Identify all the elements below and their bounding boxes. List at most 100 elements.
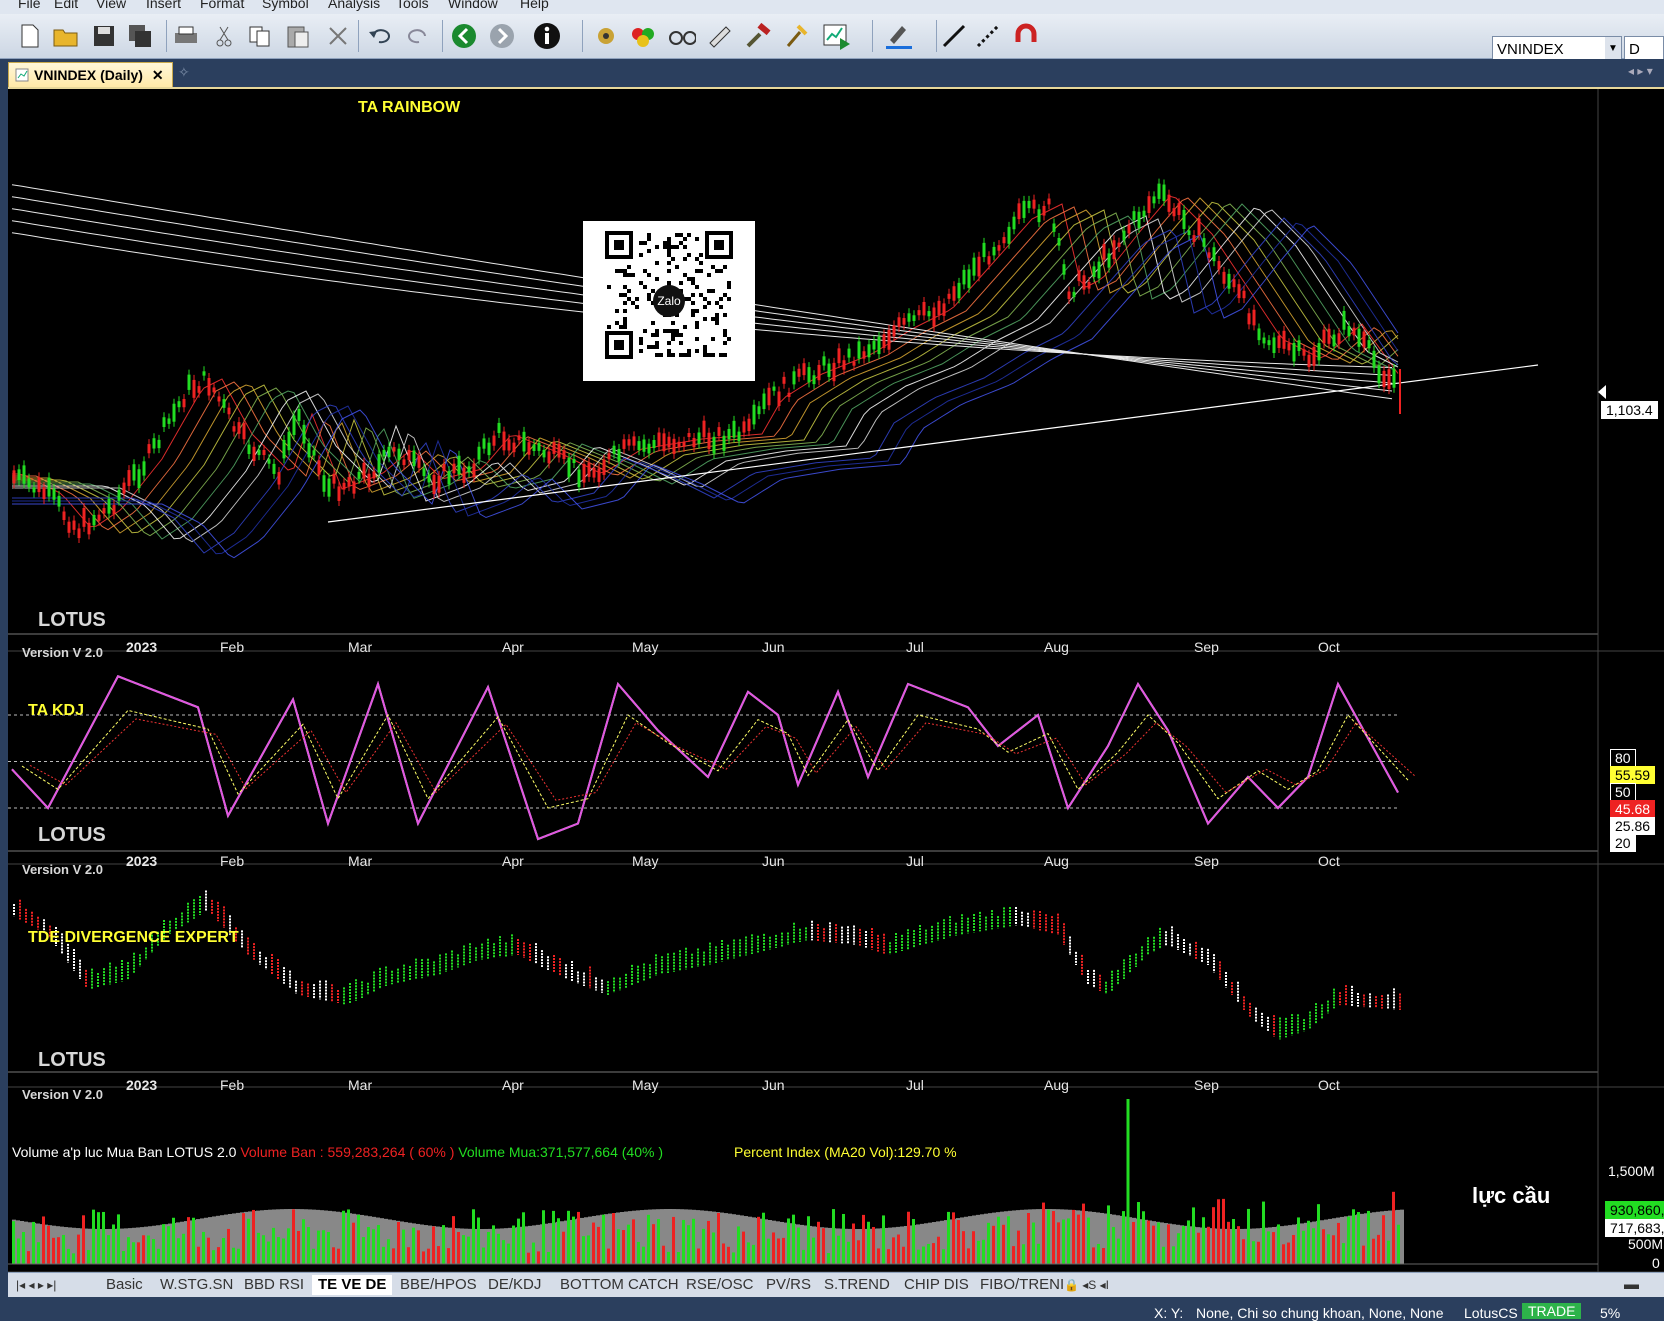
save-icon[interactable] <box>90 22 118 50</box>
indicator-icon[interactable] <box>592 22 620 50</box>
candle-body <box>377 454 381 473</box>
candle-body <box>467 466 471 473</box>
sheet-tab-rseosc[interactable]: RSE/OSC <box>680 1275 760 1295</box>
menu-help[interactable]: Help <box>520 0 549 11</box>
sheet-tab-dekdj[interactable]: DE/KDJ <box>482 1275 547 1295</box>
lock-icon[interactable]: 🔒 ◂S ◂I <box>1058 1275 1115 1295</box>
menu-insert[interactable]: Insert <box>146 0 181 11</box>
candle-body <box>77 528 81 539</box>
candle-body <box>1362 331 1366 348</box>
candle-body <box>1127 224 1131 234</box>
candle-body <box>207 378 211 396</box>
volume-bar <box>707 1220 710 1264</box>
close-icon[interactable]: ✕ <box>152 63 164 87</box>
candle-body <box>762 393 766 410</box>
line-icon[interactable] <box>940 22 968 50</box>
candle-body <box>977 256 981 277</box>
volume-marker-current: 717,683, <box>1605 1219 1664 1237</box>
sheet-tab-bbehpos[interactable]: BBE/HPOS <box>394 1275 483 1295</box>
sheet-tab-pvrs[interactable]: PV/RS <box>760 1275 817 1295</box>
back-icon[interactable] <box>450 22 478 50</box>
candle-body <box>187 374 191 390</box>
menu-file[interactable]: File <box>18 0 41 11</box>
candle-body <box>32 487 36 493</box>
first-sheet-icon[interactable]: |◂ ◂ ▸ ▸| <box>10 1275 62 1295</box>
sheet-tab-basic[interactable]: Basic <box>100 1275 149 1295</box>
new-file-icon[interactable] <box>16 22 44 50</box>
save-all-icon[interactable] <box>126 22 154 50</box>
kdj-axis-label-8: Sep <box>1194 853 1219 869</box>
forward-icon[interactable] <box>488 22 516 50</box>
candle-body <box>47 477 51 497</box>
qr-module <box>687 297 691 301</box>
candle-body <box>437 475 441 493</box>
open-folder-icon[interactable] <box>52 22 80 50</box>
menu-window[interactable]: Window <box>448 0 498 11</box>
volume-scale-500: 500M <box>1628 1236 1664 1252</box>
candle-body <box>517 435 521 441</box>
copy-icon[interactable] <box>246 22 274 50</box>
menu-symbol[interactable]: Symbol <box>262 0 309 11</box>
sheet-tab-strend[interactable]: S.TREND <box>818 1275 896 1295</box>
print-icon[interactable] <box>172 22 200 50</box>
binoculars-icon[interactable] <box>668 22 696 50</box>
tool-icon[interactable] <box>782 22 810 50</box>
volume-bar <box>627 1224 630 1264</box>
candle-body <box>12 470 16 484</box>
sheet-tab-chipdis[interactable]: CHIP DIS <box>898 1275 975 1295</box>
menu-edit[interactable]: Edit <box>54 0 78 11</box>
volume-bar <box>92 1209 95 1264</box>
build-icon[interactable] <box>744 22 772 50</box>
candle-body <box>227 407 231 415</box>
kdj-level-80: 80 <box>1610 749 1636 767</box>
volume-bar <box>487 1231 490 1264</box>
paste-icon[interactable] <box>284 22 312 50</box>
chart-area[interactable]: 2023 Feb Mar Apr May Jun Jul Aug Sep Oct 2023 Feb Ma… <box>8 87 1664 1274</box>
magnet-icon[interactable] <box>1012 22 1040 50</box>
sheet-tab-wstgsn[interactable]: W.STG.SN <box>154 1275 239 1295</box>
menu-analysis[interactable]: Analysis <box>328 0 380 11</box>
candle-body <box>182 399 186 408</box>
new-tab-icon[interactable]: ✧ <box>178 64 190 81</box>
menu-view[interactable]: View <box>96 0 126 11</box>
volume-bar <box>977 1240 980 1264</box>
tab-scroll-icon[interactable]: ◂ ▸ ▾ <box>1628 64 1653 78</box>
scrollbar-thumb[interactable]: ▬ <box>1618 1275 1645 1295</box>
candle-body <box>1327 328 1331 344</box>
qr-logo: Zalo <box>653 285 685 317</box>
candle-body <box>107 498 111 514</box>
qr-module <box>715 301 719 305</box>
document-tab[interactable]: VNINDEX (Daily) ✕ <box>8 62 173 87</box>
sheet-tab-bbdrsi[interactable]: BBD RSI <box>238 1275 310 1295</box>
chevron-down-icon[interactable]: ▼ <box>1605 37 1621 61</box>
cut-icon[interactable] <box>210 22 238 50</box>
dotted-line-icon[interactable] <box>974 22 1002 50</box>
volume-bar <box>1122 1211 1125 1264</box>
strategy-icon[interactable] <box>822 22 850 50</box>
chart-canvas[interactable]: 2023 Feb Mar Apr May Jun Jul Aug Sep Oct 2023 Feb Ma… <box>8 89 1664 1274</box>
candle-body <box>807 367 811 383</box>
menu-format[interactable]: Format <box>200 0 244 11</box>
undo-icon[interactable] <box>366 22 394 50</box>
qr-module <box>719 297 723 301</box>
delete-icon[interactable] <box>324 22 352 50</box>
candle-body <box>127 470 131 486</box>
sheet-tab-bottom-catch[interactable]: BOTTOM CATCH <box>554 1275 685 1295</box>
info-icon[interactable] <box>532 22 560 50</box>
volume-bar <box>592 1222 595 1264</box>
volume-bar <box>867 1221 870 1264</box>
sheet-tab-fibotreni[interactable]: FIBO/TRENI <box>974 1275 1070 1295</box>
qr-module <box>655 245 659 249</box>
menu-tools[interactable]: Tools <box>396 0 429 11</box>
volume-bar <box>1097 1243 1100 1264</box>
volume-bar <box>1112 1227 1115 1264</box>
color-icon[interactable] <box>630 22 658 50</box>
wizard-icon[interactable] <box>706 22 734 50</box>
redo-icon[interactable] <box>404 22 432 50</box>
volume-bar <box>1382 1215 1385 1264</box>
volume-bar <box>847 1241 850 1264</box>
candle-body <box>737 431 741 442</box>
qr-module <box>671 257 675 261</box>
sheet-tab-teve-de[interactable]: TE VE DE <box>312 1275 393 1295</box>
highlight-icon[interactable] <box>884 22 912 50</box>
